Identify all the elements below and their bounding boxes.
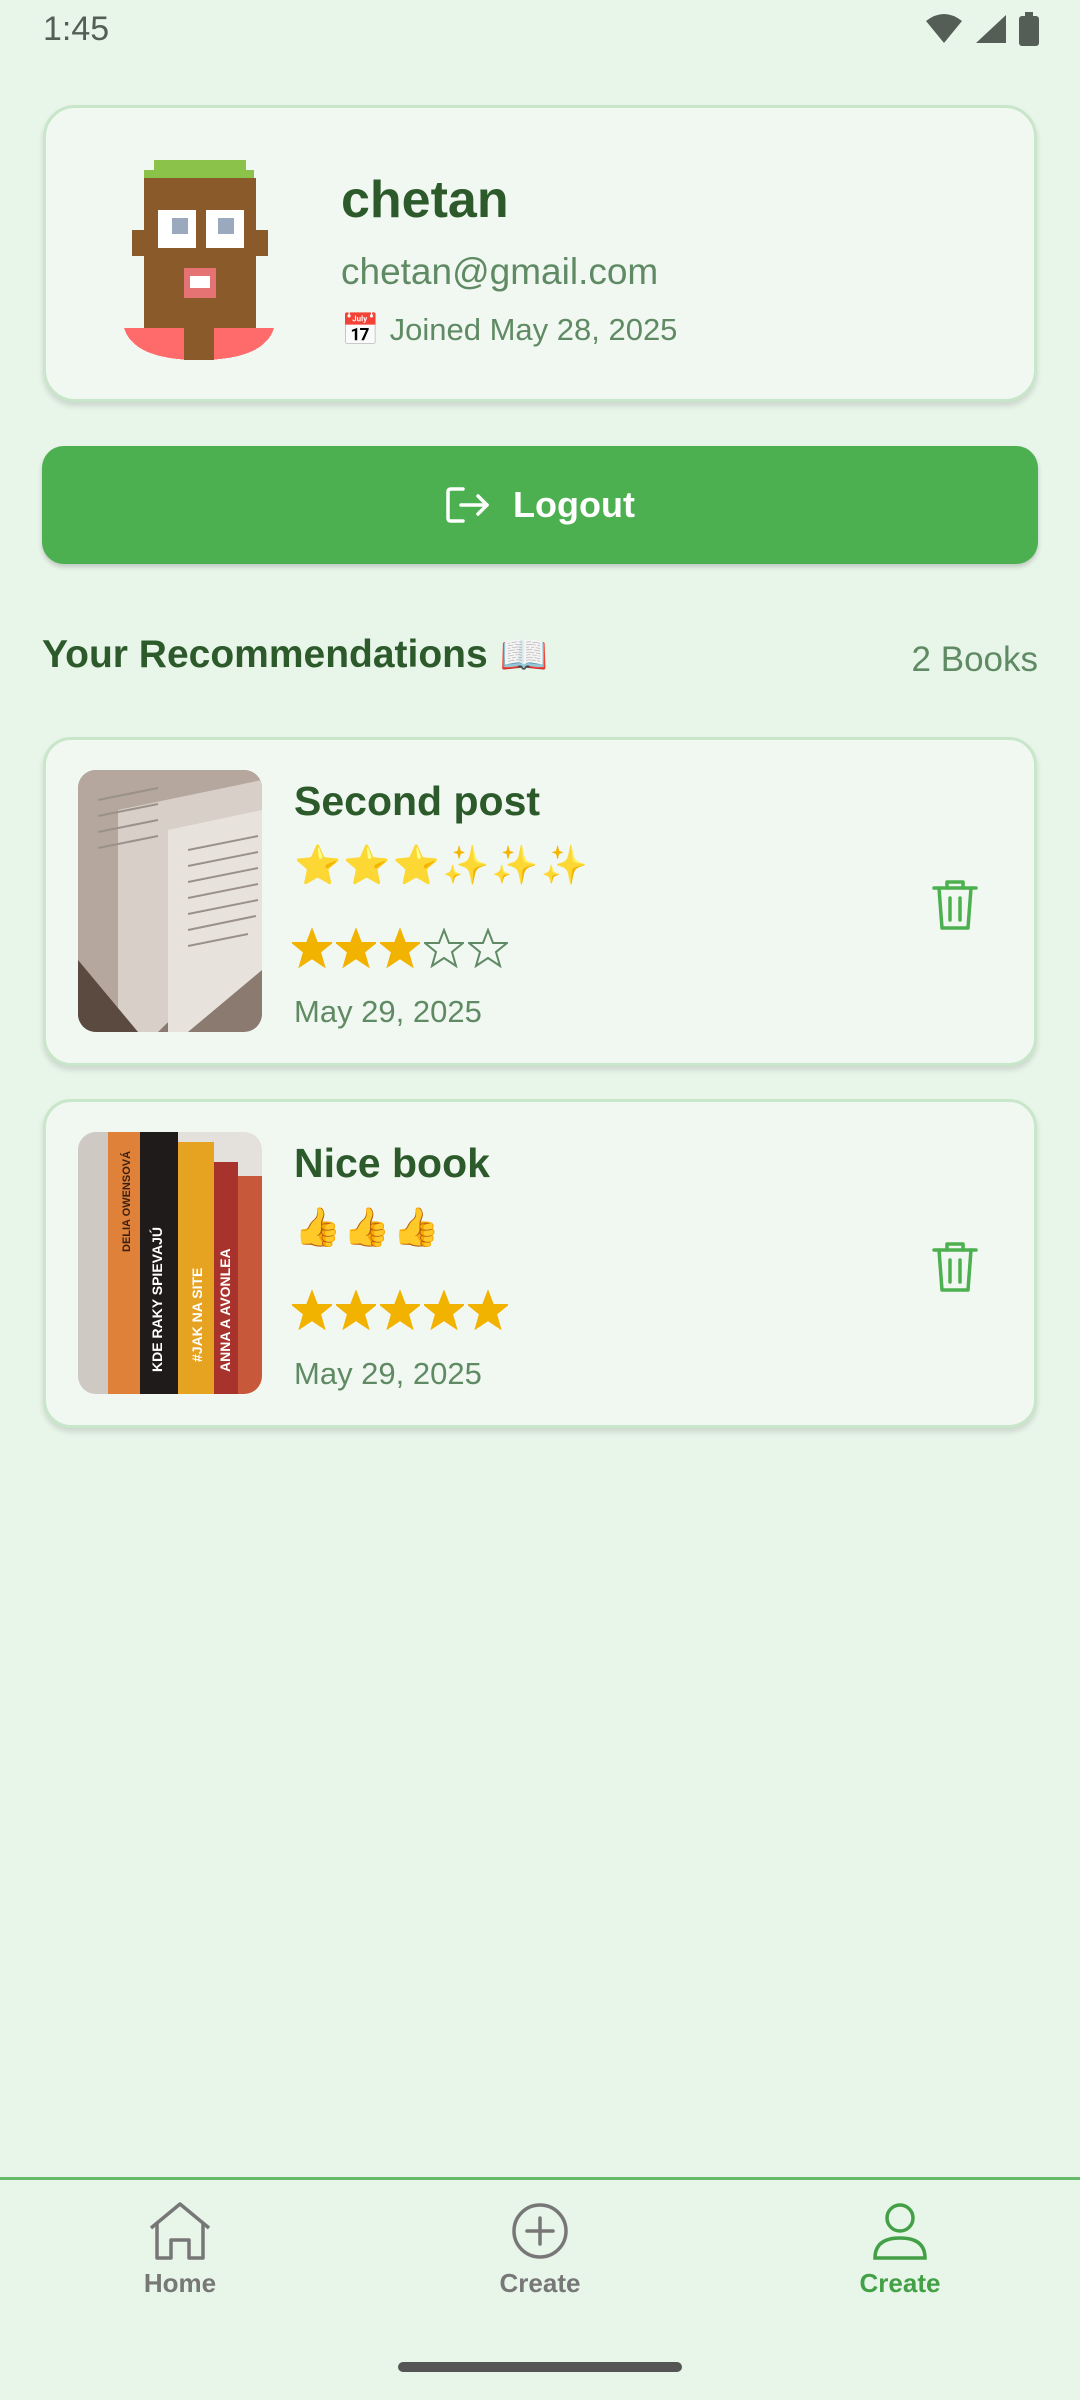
home-icon [149, 2202, 211, 2260]
battery-icon [1019, 12, 1039, 46]
star-empty-icon [424, 928, 464, 968]
joined-date: 📅 Joined May 28, 2025 [341, 311, 677, 348]
book-caption: ⭐⭐⭐✨✨✨ [294, 845, 590, 887]
signal-icon [976, 15, 1006, 43]
nav-profile-label: Create [859, 2268, 941, 2298]
book-title: Second post [294, 778, 541, 824]
star-filled-icon [292, 1290, 332, 1330]
calendar-icon: 📅 [341, 312, 380, 347]
star-filled-icon [292, 928, 332, 968]
book-card[interactable]: KDE RAKY SPIEVAJÚ #JAK NA SITE ANNA A AV… [43, 1099, 1037, 1428]
status-icons [924, 12, 1040, 46]
svg-text:#JAK NA SITE: #JAK NA SITE [189, 1268, 205, 1362]
logout-icon [446, 487, 489, 523]
home-indicator[interactable] [398, 2362, 682, 2372]
nav-home[interactable]: Home [80, 2200, 280, 2299]
profile-screen: 1:45 chetan chetan@gmail.com 📅 Joined Ma… [0, 0, 1080, 2400]
trash-icon[interactable] [930, 878, 980, 932]
section-title: Your Recommendations 📖 [42, 632, 548, 678]
nav-home-label: Home [143, 2268, 217, 2298]
profile-card: chetan chetan@gmail.com 📅 Joined May 28,… [43, 105, 1037, 402]
svg-text:KDE RAKY SPIEVAJÚ: KDE RAKY SPIEVAJÚ [148, 1227, 165, 1372]
trash-icon[interactable] [930, 1240, 980, 1294]
status-bar: 1:45 [0, 0, 1080, 64]
nav-profile[interactable]: Create [800, 2200, 1000, 2299]
book-caption: 👍👍👍 [294, 1207, 442, 1249]
star-filled-icon [468, 1290, 508, 1330]
star-filled-icon [380, 1290, 420, 1330]
svg-text:ANNA A AVONLEA: ANNA A AVONLEA [217, 1248, 233, 1372]
book-count: 2 Books [911, 640, 1038, 679]
profile-email: chetan@gmail.com [341, 251, 659, 292]
star-empty-icon [468, 928, 508, 968]
svg-text:DELIA OWENSOVÁ: DELIA OWENSOVÁ [120, 1151, 133, 1252]
star-filled-icon [336, 928, 376, 968]
plus-circle-icon [512, 2203, 568, 2259]
star-filled-icon [336, 1290, 376, 1330]
logout-button[interactable]: Logout [42, 446, 1038, 564]
star-filled-icon [380, 928, 420, 968]
profile-icon [873, 2203, 927, 2260]
nav-create-label: Create [499, 2268, 581, 2298]
wifi-icon [926, 14, 962, 43]
section-title-text: Your Recommendations [42, 633, 488, 676]
logout-label: Logout [513, 484, 635, 525]
book-date: May 29, 2025 [294, 994, 482, 1029]
avatar [114, 160, 284, 360]
nav-create[interactable]: Create [440, 2200, 640, 2299]
book-cover-image: KDE RAKY SPIEVAJÚ #JAK NA SITE ANNA A AV… [78, 1132, 262, 1394]
book-title: Nice book [294, 1140, 490, 1186]
book-date: May 29, 2025 [294, 1356, 482, 1391]
star-rating [292, 1290, 508, 1330]
book-card[interactable]: Second post ⭐⭐⭐✨✨✨ May 29, 2025 [43, 737, 1037, 1066]
joined-text: Joined May 28, 2025 [389, 311, 678, 347]
status-time: 1:45 [43, 10, 110, 48]
book-cover-image [78, 770, 262, 1032]
star-filled-icon [424, 1290, 464, 1330]
star-rating [292, 928, 508, 968]
book-open-icon: 📖 [499, 634, 549, 677]
profile-name: chetan [341, 171, 509, 229]
